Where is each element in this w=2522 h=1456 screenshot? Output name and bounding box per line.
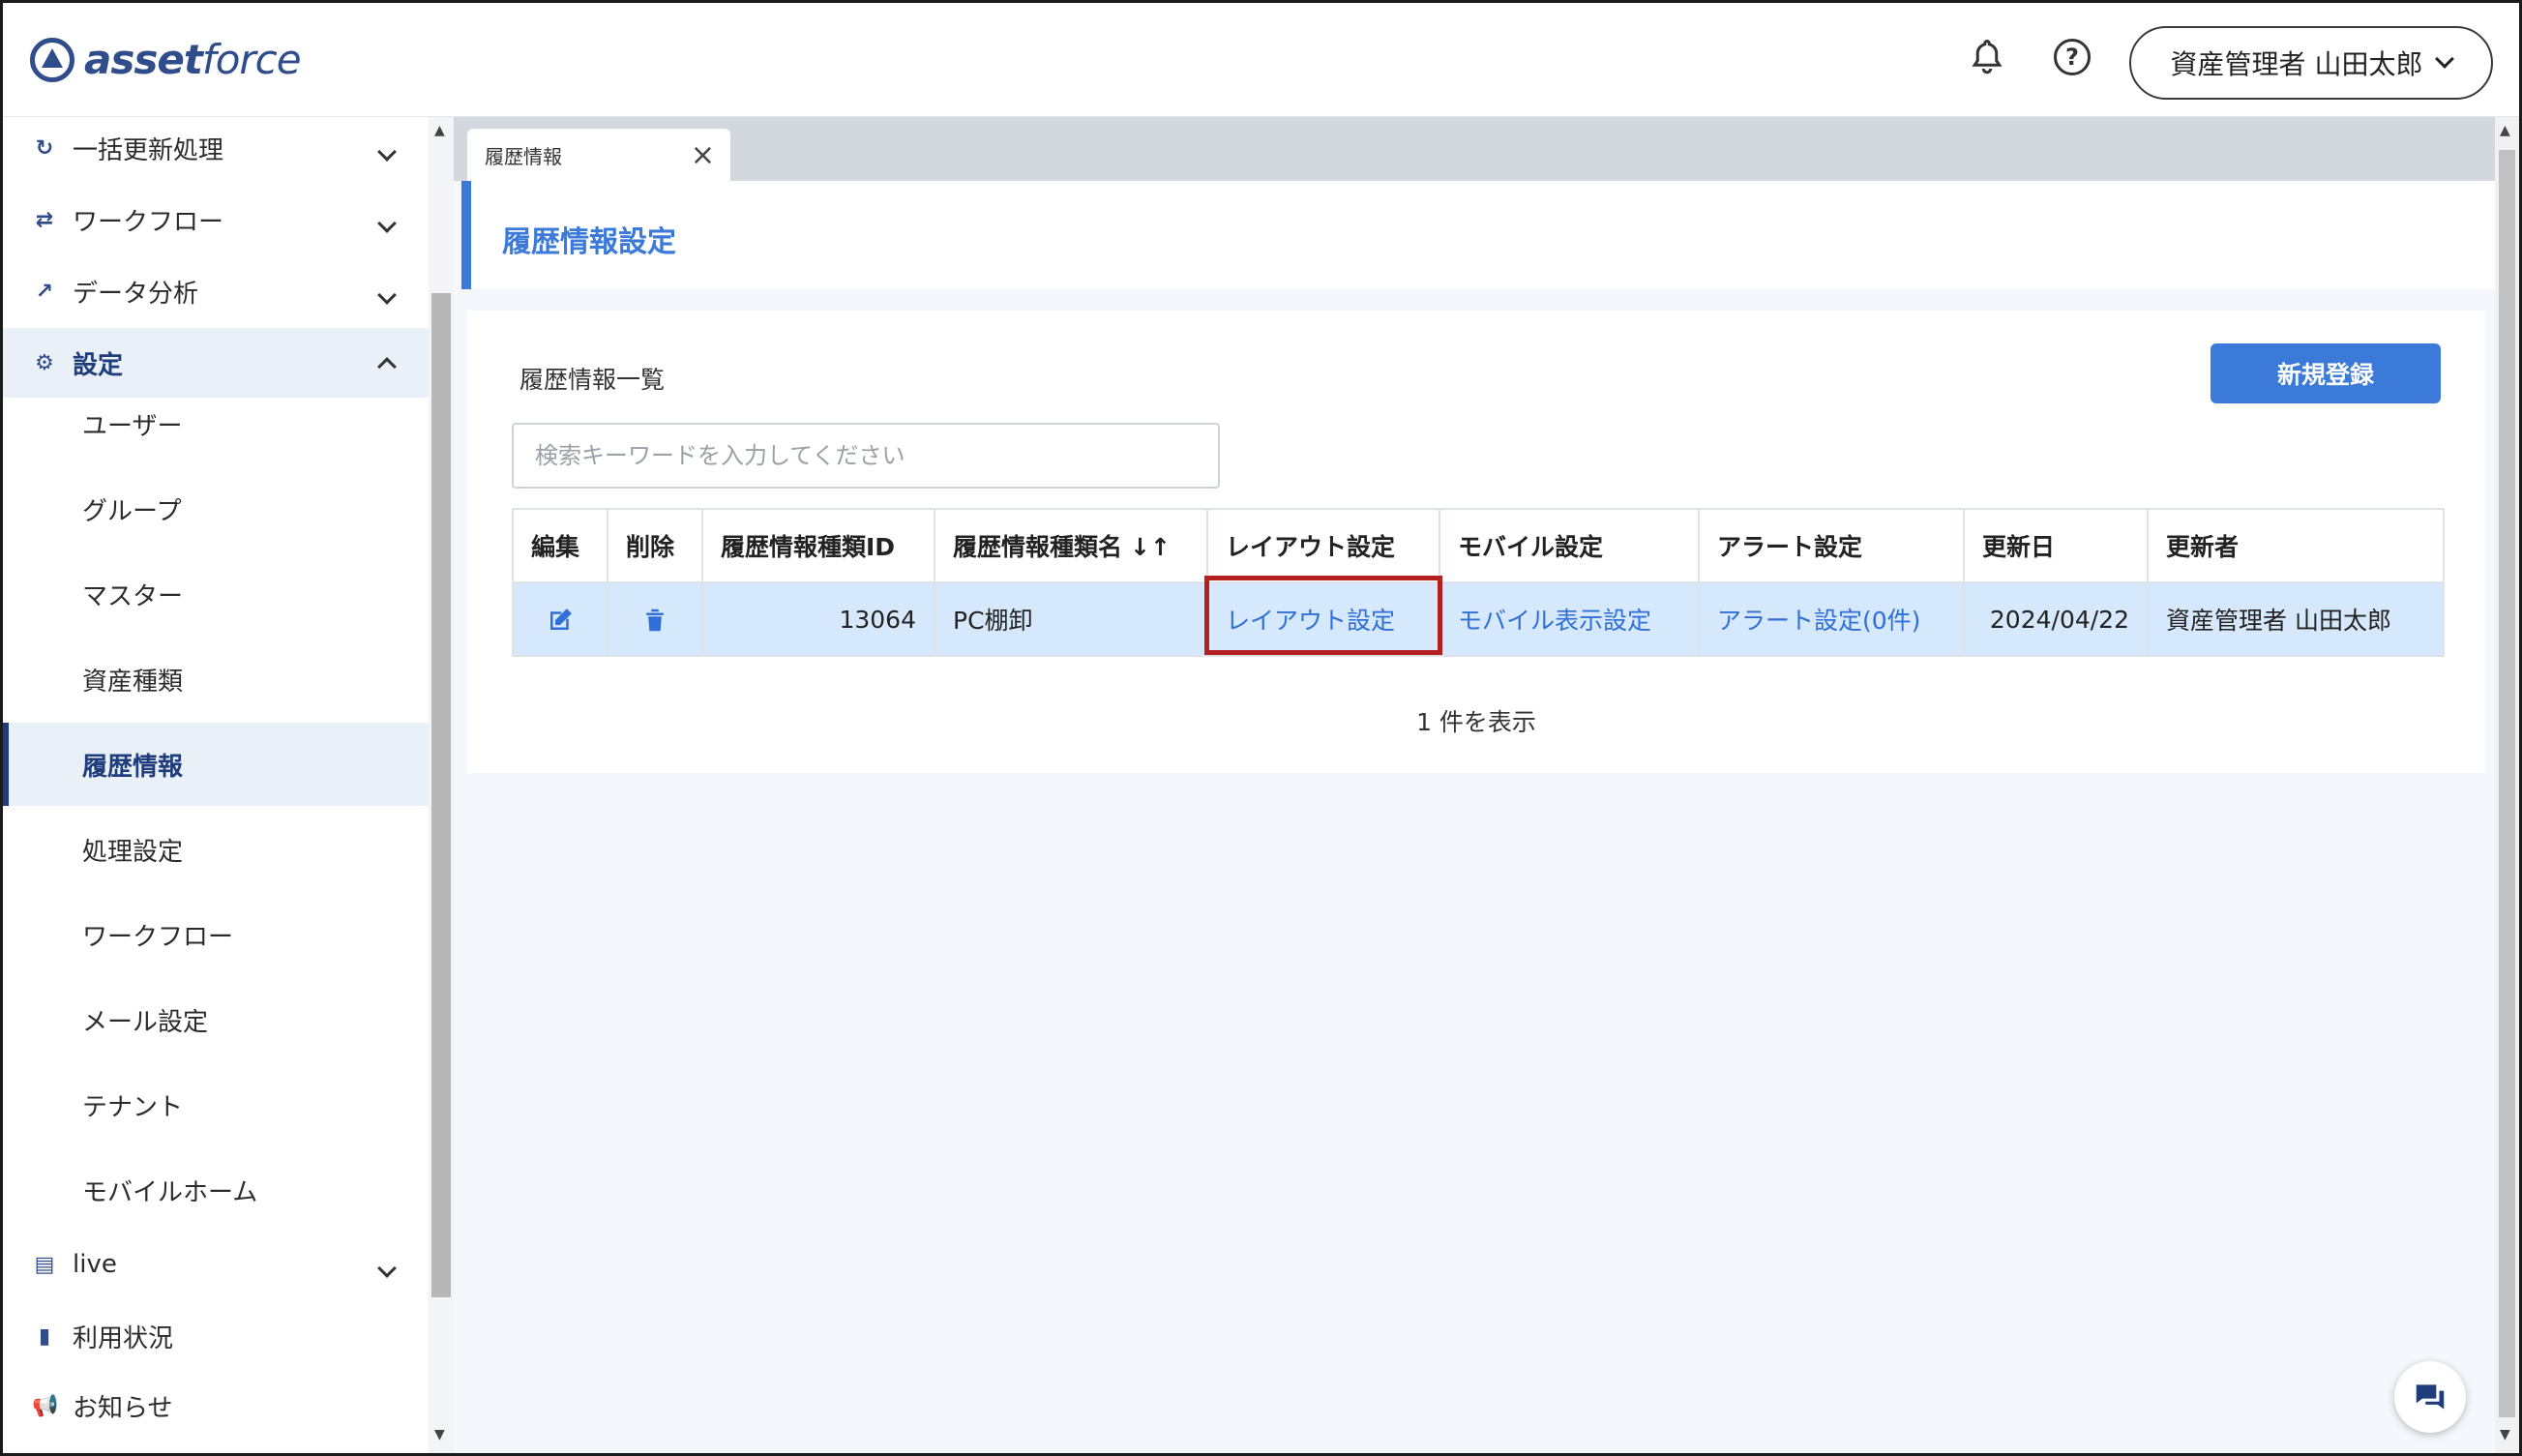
bell-icon[interactable] <box>1966 36 2008 78</box>
analytics-icon: ↗ <box>35 279 54 304</box>
list-panel: 履歴情報一覧 新規登録 編集 削除 履歴情報種類ID 履歴情報種類名↓↑ レイア… <box>467 311 2485 773</box>
chat-bubble-icon <box>2416 1384 2445 1410</box>
table-header-row: 編集 削除 履歴情報種類ID 履歴情報種類名 ↓↑ レイアウト設定 モバイル設定 … <box>512 508 2445 583</box>
help-icon[interactable]: ? <box>2051 36 2093 78</box>
megaphone-icon: 📢 <box>32 1393 59 1418</box>
sidebar-scroll-thumb[interactable] <box>431 293 451 1297</box>
column-header-layout: レイアウト設定 <box>1206 508 1440 583</box>
sidebar-item-notices[interactable]: 📢 お知らせ <box>3 1371 429 1441</box>
refresh-icon: ↻ <box>35 135 54 161</box>
sidebar-item-history-info[interactable]: 履歴情報 <box>3 723 429 806</box>
app-window: assetforce ? 資産管理者 山田太郎 ↻ 一括更新処理 ⇄ ワークフロ… <box>0 0 2522 1456</box>
sidebar-scrollbar[interactable]: ▲ ▼ <box>429 117 454 1453</box>
chevron-down-icon <box>377 1259 397 1278</box>
mobile-settings-link[interactable]: モバイル表示設定 <box>1458 607 1651 635</box>
user-name: 資産管理者 山田太郎 <box>2170 48 2423 80</box>
tab-history-info[interactable]: 履歴情報 × <box>467 129 730 181</box>
chat-support-button[interactable] <box>2394 1361 2466 1433</box>
column-header-mobile: モバイル設定 <box>1439 508 1700 583</box>
column-header-updater: 更新者 <box>2147 508 2445 583</box>
sidebar-item-workflow-settings[interactable]: ワークフロー <box>3 893 429 976</box>
page-title: 履歴情報設定 <box>502 225 676 259</box>
scroll-up-arrow-icon[interactable]: ▲ <box>434 123 445 138</box>
sidebar-item-groups[interactable]: グループ <box>3 467 429 550</box>
page-title-bar: 履歴情報設定 <box>461 181 2495 289</box>
sidebar-item-asset-types[interactable]: 資産種類 <box>3 638 429 721</box>
chevron-up-icon <box>377 357 397 376</box>
app-header: assetforce ? 資産管理者 山田太郎 <box>3 3 2519 117</box>
main-scrollbar[interactable]: ▲ ▼ <box>2495 117 2519 1453</box>
table-row: 13064 PC棚卸 レイアウト設定 モバイル表示設定 アラート設定(0件) 2… <box>512 581 2445 657</box>
sidebar-item-live[interactable]: ▤ live <box>3 1230 429 1299</box>
sidebar-item-tenant[interactable]: テナント <box>3 1063 429 1146</box>
main-scroll-thumb[interactable] <box>2499 150 2515 1417</box>
panel-title: 履歴情報一覧 <box>519 366 666 394</box>
scroll-up-arrow-icon[interactable]: ▲ <box>2500 123 2510 138</box>
updated-date-cell: 2024/04/22 <box>1963 581 2149 657</box>
delete-cell <box>607 581 703 657</box>
sort-icon[interactable]: ↓↑ <box>1130 533 1171 561</box>
logo-text: assetforce <box>84 36 302 83</box>
sidebar-item-usage[interactable]: ▮ 利用状況 <box>3 1301 429 1371</box>
chevron-down-icon <box>377 214 397 233</box>
sidebar-item-mail-settings[interactable]: メール設定 <box>3 978 429 1061</box>
chevron-down-icon <box>2435 49 2455 69</box>
workflow-icon: ⇄ <box>35 207 54 232</box>
user-menu-button[interactable]: 資産管理者 山田太郎 <box>2129 26 2493 100</box>
updater-cell: 資産管理者 山田太郎 <box>2147 581 2445 657</box>
history-type-table: 編集 削除 履歴情報種類ID 履歴情報種類名 ↓↑ レイアウト設定 モバイル設定 … <box>512 508 2445 657</box>
search-input[interactable] <box>512 423 1220 489</box>
bar-chart-icon: ▮ <box>38 1323 51 1349</box>
scroll-down-arrow-icon[interactable]: ▼ <box>2500 1427 2510 1442</box>
sidebar-item-bulk-update[interactable]: ↻ 一括更新処理 <box>3 113 429 183</box>
close-icon[interactable]: × <box>691 138 715 172</box>
logo-mark-icon <box>30 37 74 82</box>
column-header-type-name[interactable]: 履歴情報種類名 ↓↑ <box>934 508 1208 583</box>
scroll-down-arrow-icon[interactable]: ▼ <box>434 1427 445 1442</box>
trash-icon[interactable] <box>640 605 669 633</box>
sidebar-item-mobile-home[interactable]: モバイルホーム <box>3 1148 429 1232</box>
type-name-cell: PC棚卸 <box>934 581 1208 657</box>
column-header-type-id: 履歴情報種類ID <box>701 508 935 583</box>
column-header-delete: 削除 <box>607 508 703 583</box>
column-header-updated: 更新日 <box>1963 508 2149 583</box>
column-header-edit: 編集 <box>512 508 608 583</box>
sidebar: ↻ 一括更新処理 ⇄ ワークフロー ↗ データ分析 ⚙ 設定 ユーザー グループ… <box>3 117 429 1453</box>
sidebar-item-process-settings[interactable]: 処理設定 <box>3 808 429 891</box>
layout-settings-link[interactable]: レイアウト設定 <box>1226 607 1395 635</box>
edit-icon[interactable] <box>546 605 575 633</box>
mobile-cell: モバイル表示設定 <box>1439 581 1700 657</box>
tab-label: 履歴情報 <box>485 144 562 168</box>
tab-bar <box>454 117 2495 181</box>
chevron-down-icon <box>377 285 397 305</box>
layout-cell: レイアウト設定 <box>1206 581 1440 657</box>
gear-icon: ⚙ <box>35 350 54 375</box>
chat-icon: ▤ <box>34 1252 55 1277</box>
chevron-down-icon <box>377 142 397 162</box>
sidebar-item-master[interactable]: マスター <box>3 552 429 636</box>
column-header-alert: アラート設定 <box>1698 508 1965 583</box>
sidebar-item-users[interactable]: ユーザー <box>3 382 429 465</box>
type-id-cell: 13064 <box>701 581 935 657</box>
new-register-button[interactable]: 新規登録 <box>2210 343 2441 403</box>
sidebar-item-workflow[interactable]: ⇄ ワークフロー <box>3 185 429 254</box>
result-count: 1 件を表示 <box>1416 708 1536 736</box>
alert-settings-link[interactable]: アラート設定(0件) <box>1717 607 1920 635</box>
sidebar-item-analytics[interactable]: ↗ データ分析 <box>3 256 429 326</box>
app-logo[interactable]: assetforce <box>30 36 302 83</box>
edit-cell <box>512 581 608 657</box>
alert-cell: アラート設定(0件) <box>1698 581 1965 657</box>
